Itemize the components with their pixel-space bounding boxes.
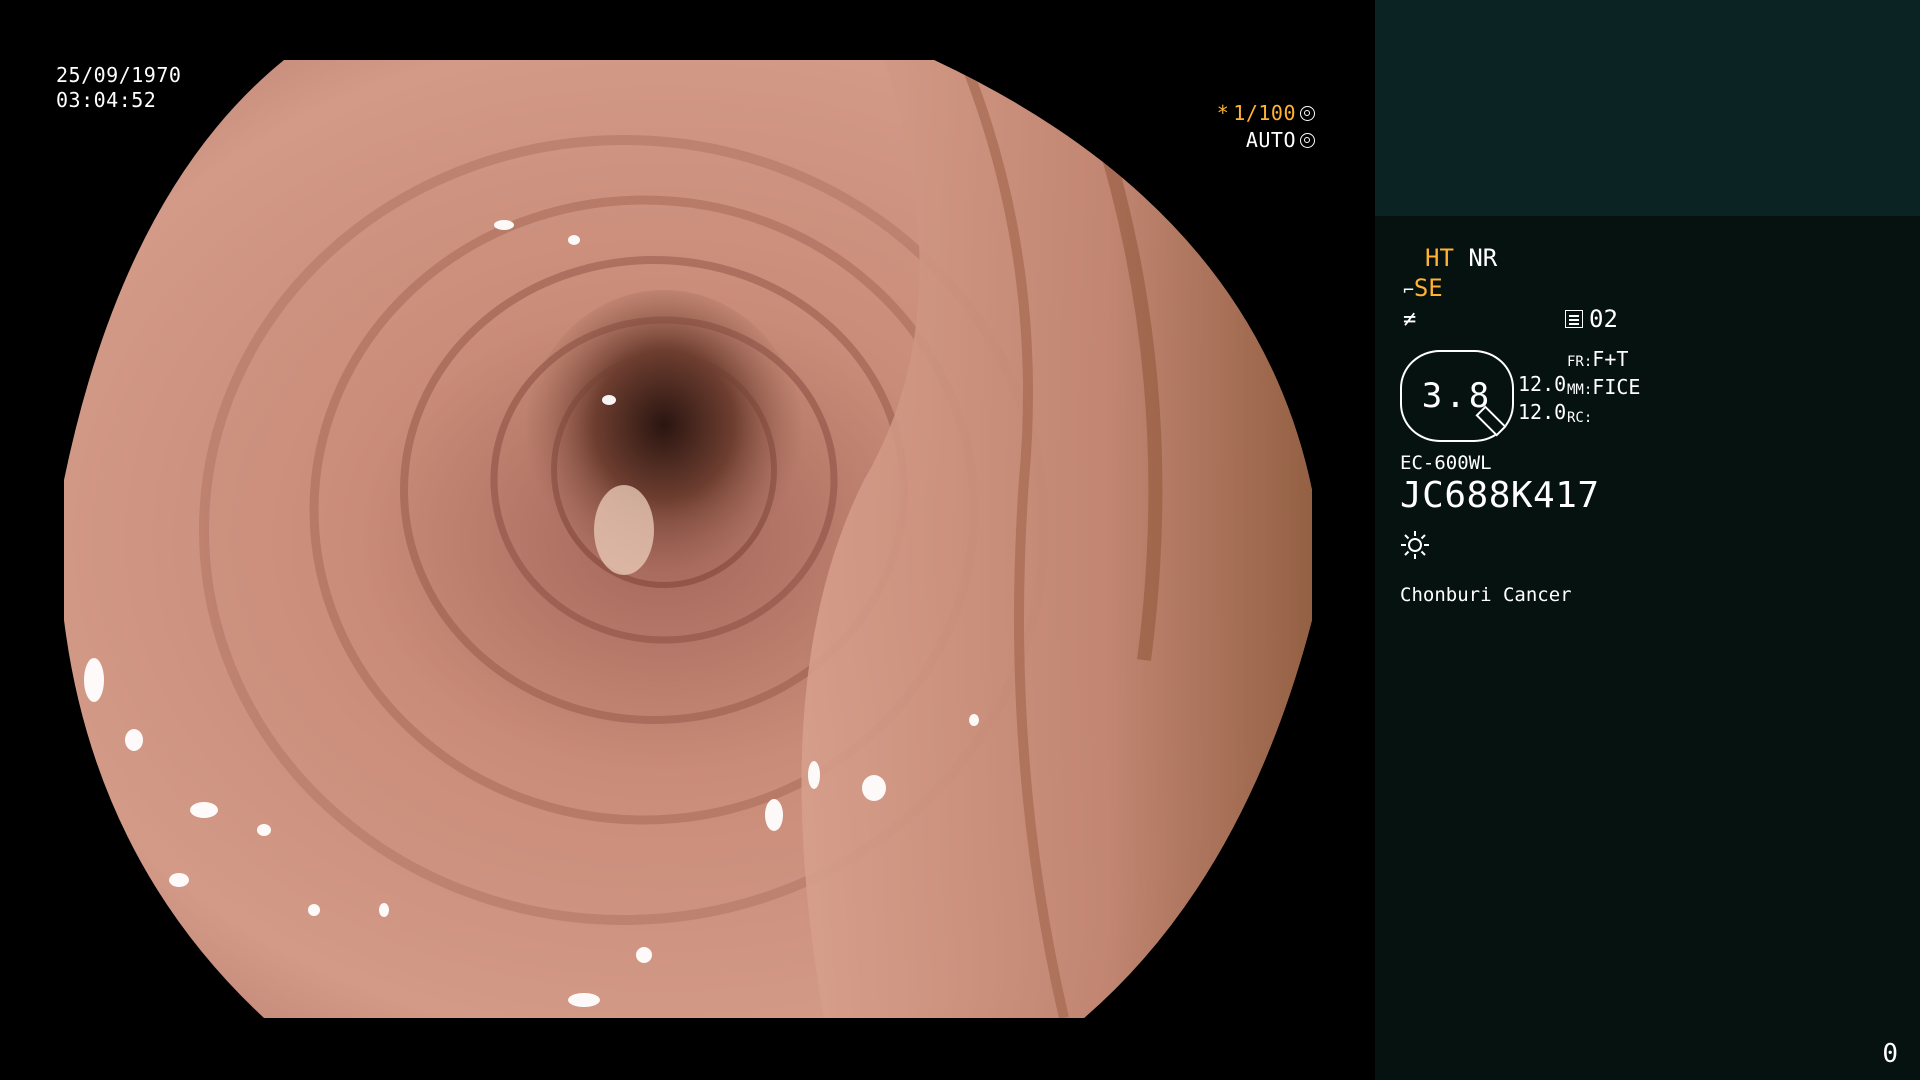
- image-count-value: 02: [1589, 305, 1618, 333]
- fr-value: F+T: [1592, 347, 1629, 371]
- date-text: 25/09/1970: [56, 63, 182, 87]
- fr-label: FR:: [1567, 354, 1593, 370]
- zoom-gauge: 3.8: [1400, 350, 1514, 442]
- scope-model: EC-600WL: [1400, 452, 1492, 474]
- mode-ht: HT: [1425, 244, 1454, 272]
- scope-serial: JC688K417: [1400, 475, 1600, 516]
- frame-counter: 0: [1882, 1039, 1898, 1069]
- mode-row-se: ⌐SE: [1403, 274, 1443, 305]
- not-equal-icon: ≠: [1403, 307, 1417, 332]
- mode-row-ht-nr: HT NR: [1425, 244, 1497, 272]
- shutter-star: *: [1216, 101, 1230, 125]
- endoscopic-image: [64, 60, 1312, 1018]
- processing-settings: FR:F+T MM:FICE RC:: [1567, 346, 1640, 430]
- scope-hook-icon: ⌐: [1403, 280, 1414, 301]
- zoom-range-bottom: 12.0: [1518, 400, 1567, 424]
- shutter-speed: 1/100: [1233, 101, 1296, 125]
- sun-icon: [1400, 530, 1430, 566]
- mode-nr: NR: [1468, 244, 1498, 272]
- exposure-readout: * 1/100 AUTO: [1217, 100, 1315, 154]
- mm-label: MM:: [1567, 382, 1593, 398]
- target-circle-icon: [1300, 133, 1315, 148]
- mode-row-fx: ≠: [1403, 304, 1416, 334]
- time-text: 03:04:52: [56, 88, 157, 112]
- zoom-range-top: 12.0: [1518, 372, 1567, 396]
- exposure-mode: AUTO: [1245, 128, 1296, 152]
- image-count: 02: [1565, 305, 1618, 333]
- institution-name: Chonburi Cancer: [1400, 584, 1572, 606]
- endoscope-viewport: 25/09/1970 03:04:52 * 1/100 AUTO: [0, 0, 1375, 1080]
- aperture-icon: [1300, 106, 1315, 121]
- datetime-readout: 25/09/1970 03:04:52: [56, 63, 181, 113]
- mucosa-illustration: [64, 60, 1312, 1018]
- mode-se: SE: [1413, 274, 1443, 302]
- zoom-range: 12.0 12.0: [1518, 370, 1566, 426]
- gauge-pointer-icon: [1475, 405, 1507, 437]
- panel-header-area: [1375, 0, 1920, 216]
- rc-label: RC:: [1567, 410, 1593, 426]
- info-panel: HT NR ⌐SE ≠ 02 3.8 12.0 12.0 FR:F+T MM:F…: [1375, 0, 1920, 1080]
- list-box-icon: [1565, 310, 1583, 328]
- mm-value: FICE: [1592, 375, 1641, 399]
